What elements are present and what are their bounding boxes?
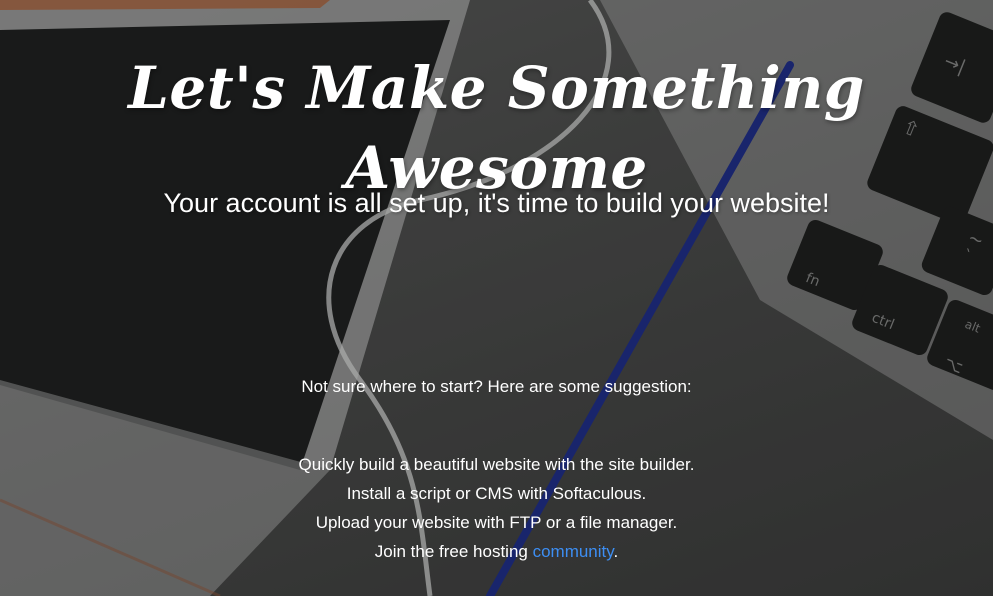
community-link[interactable]: community [533, 542, 614, 561]
community-prefix: Join the free hosting [374, 542, 533, 561]
suggestion-community: Join the free hosting community. [0, 537, 993, 566]
suggestion-list: Quickly build a beautiful website with t… [0, 450, 993, 566]
suggestion-softaculous: Install a script or CMS with Softaculous… [346, 484, 647, 503]
suggestion-ftp: Upload your website with FTP or a file m… [315, 513, 678, 532]
page-title: Let's Make Something Awesome [128, 54, 865, 202]
welcome-page: →| ⇧ ~ ` fn ctrl alt ⌥ Let's Make Someth… [0, 0, 993, 596]
suggestions-intro: Not sure where to start? Here are some s… [301, 377, 692, 396]
suggestion-site-builder: Quickly build a beautiful website with t… [298, 455, 695, 474]
page-subtitle: Your account is all set up, it's time to… [163, 188, 830, 218]
community-suffix: . [613, 542, 619, 561]
hero-content: Let's Make Something Awesome Your accoun… [0, 0, 993, 596]
